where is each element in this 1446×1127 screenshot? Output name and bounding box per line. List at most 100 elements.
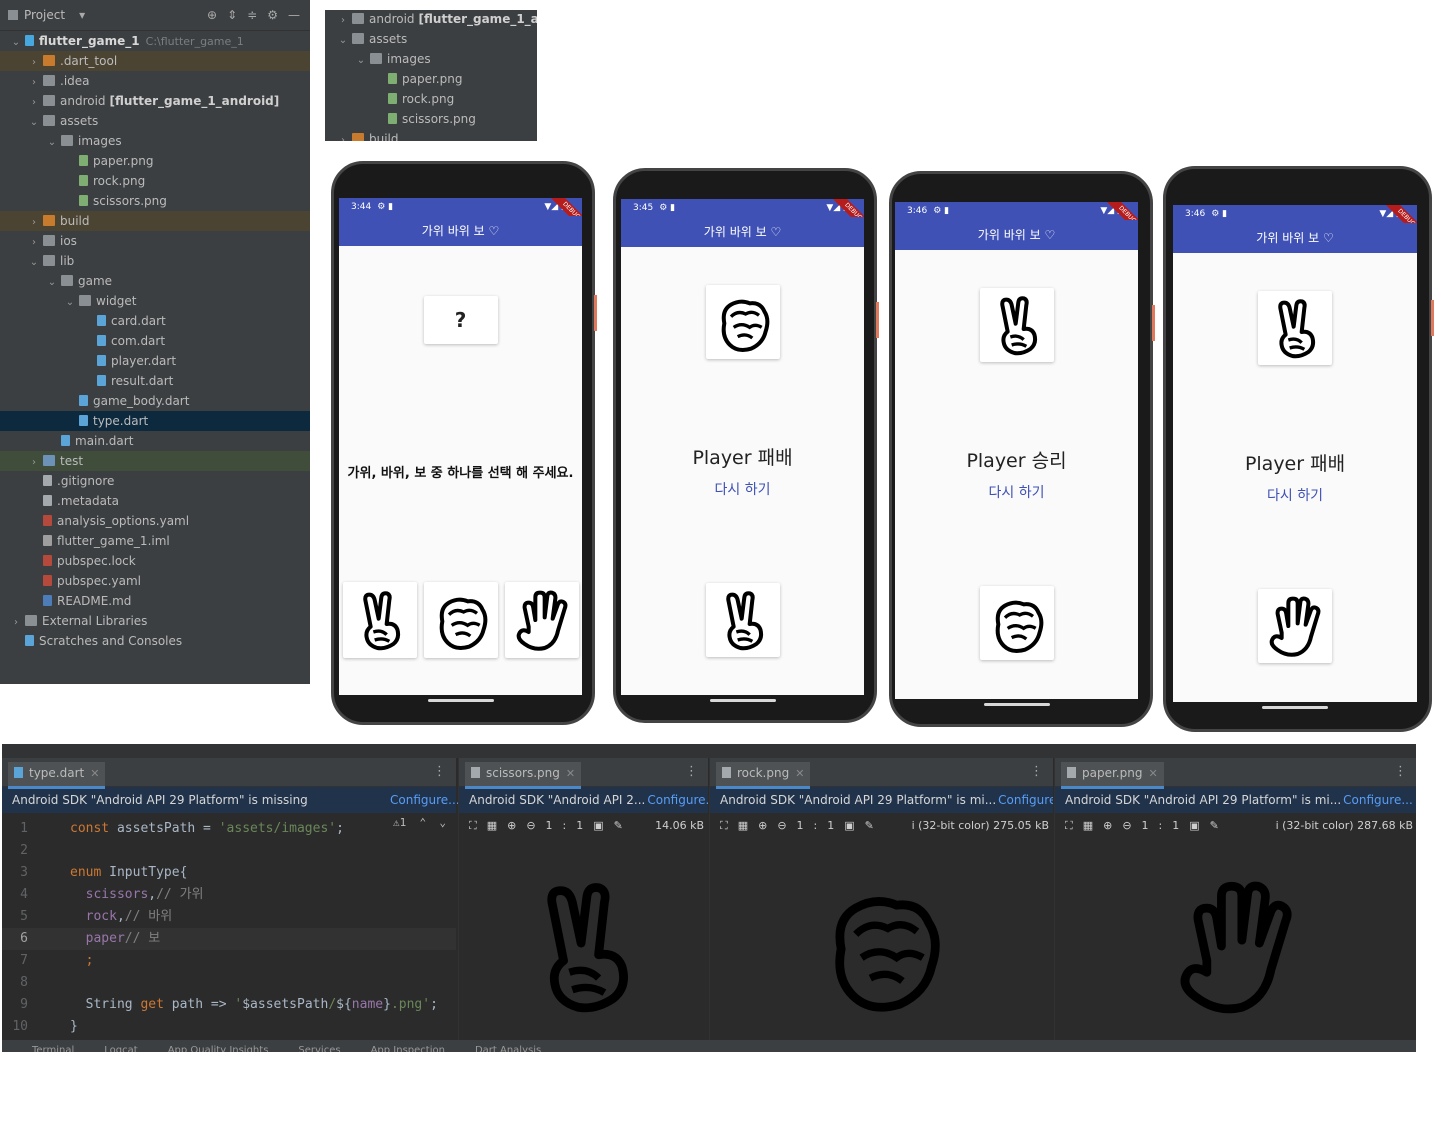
tab-image-file[interactable]: scissors.png ✕	[465, 762, 582, 789]
tool-window-app-inspection[interactable]: App Inspection	[371, 1045, 445, 1052]
zoom-in-icon[interactable]: ⊕	[758, 819, 777, 832]
chevron-down-icon[interactable]: ▾	[79, 8, 85, 22]
configure-link[interactable]: Configure...	[390, 787, 460, 813]
chevron-down-icon[interactable]: ⌄	[10, 33, 22, 53]
tree-item[interactable]: › test	[0, 451, 310, 471]
chevron-down-icon[interactable]: ⌄	[46, 133, 58, 153]
tree-item[interactable]: Scratches and Consoles	[0, 631, 310, 651]
tree-item[interactable]: .gitignore	[0, 471, 310, 491]
zoom-in-icon[interactable]: ⊕	[1103, 819, 1122, 832]
gear-icon[interactable]: ⚙	[267, 8, 278, 22]
tree-item[interactable]: ⌄ flutter_game_1 C:\flutter_game_1	[0, 31, 310, 51]
configure-link[interactable]: Configure...	[647, 793, 708, 807]
tree-item[interactable]: result.dart	[0, 371, 310, 391]
tree-item[interactable]: analysis_options.yaml	[0, 511, 310, 531]
configure-link[interactable]: Configure...	[1343, 793, 1413, 807]
tree-item[interactable]: flutter_game_1.iml	[0, 531, 310, 551]
tree-item[interactable]: README.md	[0, 591, 310, 611]
color-picker-icon[interactable]: ✎	[865, 819, 884, 832]
tree-item[interactable]: ⌄ assets	[325, 29, 537, 49]
chevron-right-icon[interactable]: ›	[337, 11, 349, 31]
chevron-down-icon[interactable]: ⌄	[355, 51, 367, 71]
close-icon[interactable]: ✕	[566, 767, 575, 780]
expand-all-icon[interactable]: ⇕	[227, 8, 237, 22]
tree-item[interactable]: › build	[325, 129, 537, 141]
collapse-all-icon[interactable]: ≑	[247, 8, 257, 22]
scissors-choice-card[interactable]	[343, 582, 417, 658]
tree-item[interactable]: player.dart	[0, 351, 310, 371]
actual-size-icon[interactable]: 1:1	[797, 819, 845, 832]
grid-icon[interactable]: ▦	[487, 819, 507, 832]
tool-window-logcat[interactable]: Logcat	[104, 1045, 137, 1052]
zoom-out-icon[interactable]: ⊖	[526, 819, 545, 832]
tree-item[interactable]: paper.png	[0, 151, 310, 171]
grid-icon[interactable]: ▦	[738, 819, 758, 832]
background-icon[interactable]: ▣	[593, 819, 613, 832]
tree-item[interactable]: paper.png	[325, 69, 537, 89]
chevron-down-icon[interactable]: ⌄	[28, 113, 40, 133]
minimize-icon[interactable]: —	[288, 8, 300, 22]
chevron-down-icon[interactable]: ⌄	[28, 253, 40, 273]
project-view-selector[interactable]: Project	[24, 8, 65, 22]
tool-window-app-quality-insights[interactable]: App Quality Insights	[168, 1045, 269, 1052]
tree-item[interactable]: › android [flutter_game_1_an	[325, 10, 537, 29]
actual-size-icon[interactable]: 1:1	[546, 819, 594, 832]
tree-item[interactable]: › android [flutter_game_1_android]	[0, 91, 310, 111]
tree-item[interactable]: pubspec.lock	[0, 551, 310, 571]
tree-item[interactable]: main.dart	[0, 431, 310, 451]
tree-item[interactable]: type.dart	[0, 411, 310, 431]
tool-window-terminal[interactable]: Terminal	[32, 1045, 74, 1052]
retry-button[interactable]: 다시 하기	[1173, 485, 1417, 505]
tree-item[interactable]: game_body.dart	[0, 391, 310, 411]
grid-icon[interactable]: ▦	[1083, 819, 1103, 832]
tree-item[interactable]: com.dart	[0, 331, 310, 351]
problems-indicator[interactable]: ⚠1 ⌃ ⌄	[393, 816, 446, 829]
chevron-right-icon[interactable]: ›	[28, 233, 40, 253]
tree-item[interactable]: › External Libraries	[0, 611, 310, 631]
tree-item[interactable]: › build	[0, 211, 310, 231]
configure-link[interactable]: Configure...	[998, 793, 1053, 807]
tree-item[interactable]: scissors.png	[0, 191, 310, 211]
tree-item[interactable]: rock.png	[0, 171, 310, 191]
tab-image-file[interactable]: paper.png ✕	[1061, 762, 1164, 789]
tree-item[interactable]: › .dart_tool	[0, 51, 310, 71]
background-icon[interactable]: ▣	[844, 819, 864, 832]
tree-item[interactable]: ⌄ game	[0, 271, 310, 291]
retry-button[interactable]: 다시 하기	[895, 482, 1138, 502]
tab-type-dart[interactable]: type.dart ✕	[8, 762, 106, 789]
fit-icon[interactable]: ⛶	[720, 819, 738, 832]
code-source[interactable]: const assetsPath = 'assets/images'; enum…	[70, 818, 456, 1038]
zoom-out-icon[interactable]: ⊖	[777, 819, 796, 832]
chevron-right-icon[interactable]: ›	[10, 613, 22, 633]
close-icon[interactable]: ✕	[1148, 767, 1157, 780]
tree-item[interactable]: rock.png	[325, 89, 537, 109]
more-icon[interactable]: ⋮	[433, 764, 446, 779]
tree-item[interactable]: ⌄ lib	[0, 251, 310, 271]
tree-item[interactable]: scissors.png	[325, 109, 537, 129]
fit-icon[interactable]: ⛶	[469, 819, 487, 832]
tree-item[interactable]: .metadata	[0, 491, 310, 511]
chevron-right-icon[interactable]: ›	[28, 53, 40, 73]
chevron-down-icon[interactable]: ⌄	[64, 293, 76, 313]
close-icon[interactable]: ✕	[795, 767, 804, 780]
paper-choice-card[interactable]	[505, 582, 579, 658]
actual-size-icon[interactable]: 1:1	[1142, 819, 1190, 832]
chevron-down-icon[interactable]: ⌄	[337, 31, 349, 51]
chevron-right-icon[interactable]: ›	[28, 73, 40, 93]
more-icon[interactable]: ⋮	[1030, 764, 1043, 779]
locate-icon[interactable]: ⊕	[207, 8, 217, 22]
more-icon[interactable]: ⋮	[1394, 764, 1407, 779]
code-editor[interactable]: 1 2 3 4 5 6 7 8 9 10 const assetsPath = 'assets/i…	[2, 812, 456, 1052]
chevron-right-icon[interactable]: ›	[28, 93, 40, 113]
tool-window-dart-analysis[interactable]: Dart Analysis	[475, 1045, 541, 1052]
more-icon[interactable]: ⋮	[685, 764, 698, 779]
zoom-out-icon[interactable]: ⊖	[1122, 819, 1141, 832]
chevron-right-icon[interactable]: ›	[28, 453, 40, 473]
background-icon[interactable]: ▣	[1189, 819, 1209, 832]
color-picker-icon[interactable]: ✎	[614, 819, 633, 832]
close-icon[interactable]: ✕	[90, 767, 99, 780]
tree-item[interactable]: › .idea	[0, 71, 310, 91]
chevron-right-icon[interactable]: ›	[28, 213, 40, 233]
tree-item[interactable]: card.dart	[0, 311, 310, 331]
tree-item[interactable]: ⌄ images	[325, 49, 537, 69]
